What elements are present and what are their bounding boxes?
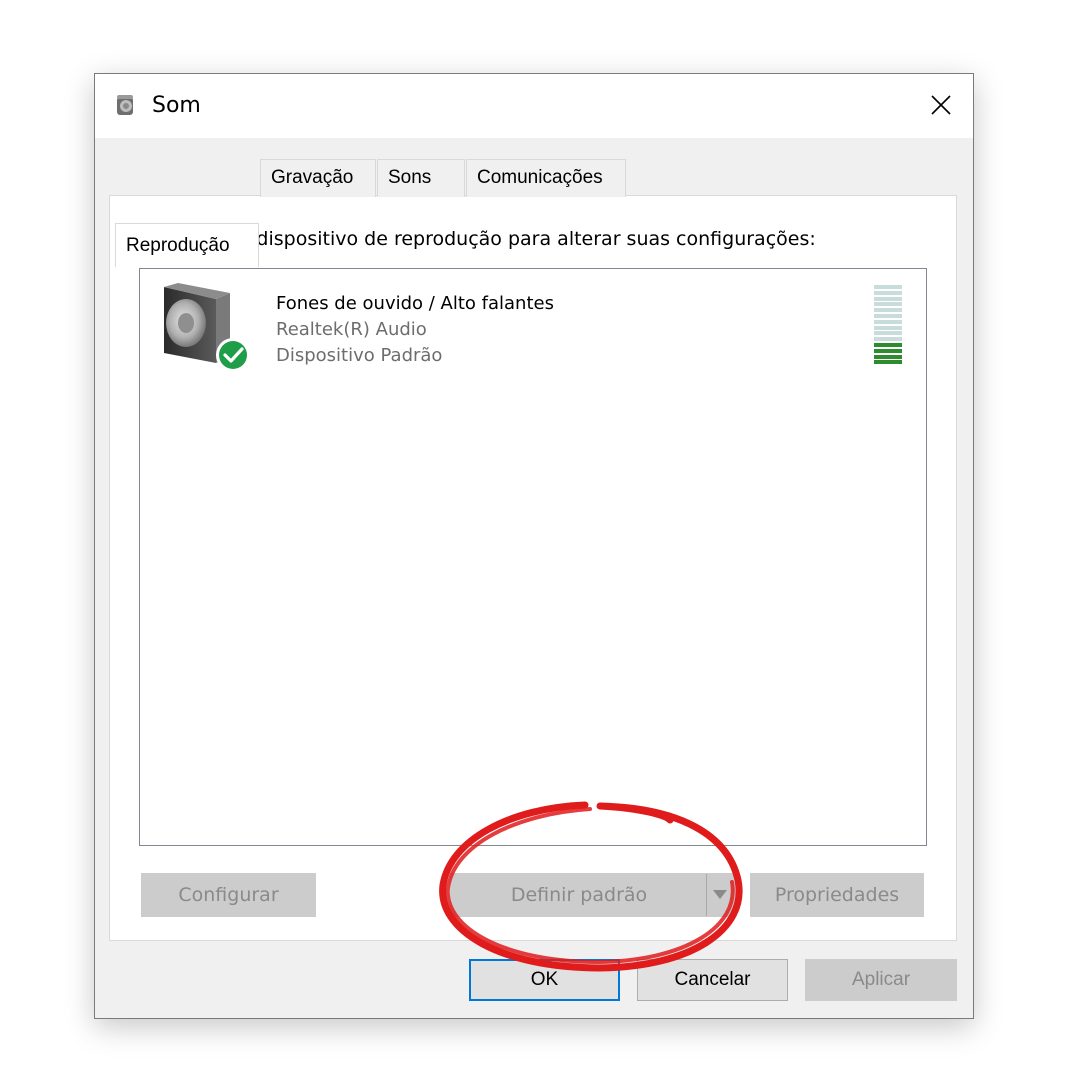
level-bar — [874, 296, 902, 301]
tab-label: Comunicações — [477, 167, 603, 188]
device-driver: Realtek(R) Audio — [276, 319, 427, 340]
level-bar — [874, 285, 902, 289]
level-bar — [874, 319, 902, 324]
level-bar — [874, 354, 902, 359]
speaker-with-check-icon — [164, 283, 250, 372]
set-default-dropdown[interactable] — [706, 874, 735, 916]
device-status: Dispositivo Padrão — [276, 345, 443, 366]
tab-label: Gravação — [271, 167, 354, 188]
tab-label: Sons — [388, 167, 432, 188]
chevron-down-icon — [713, 890, 727, 899]
title-bar[interactable]: Som — [95, 74, 973, 138]
cancel-label: Cancelar — [674, 969, 751, 990]
level-bar — [874, 290, 902, 295]
tab-reproducao[interactable]: Reprodução — [115, 223, 259, 267]
cancel-button[interactable]: Cancelar — [637, 959, 788, 1001]
level-bar — [874, 337, 902, 342]
set-default-button[interactable]: Definir padrão — [450, 873, 736, 917]
configure-button[interactable]: Configurar — [141, 873, 316, 917]
set-default-label: Definir padrão — [510, 884, 648, 906]
level-bar — [874, 302, 902, 307]
configure-label: Configurar — [178, 884, 279, 906]
close-button[interactable] — [909, 74, 973, 138]
tab-label: Reprodução — [126, 235, 230, 256]
level-bar — [874, 314, 902, 318]
ok-button[interactable]: OK — [469, 959, 620, 1001]
apply-label: Aplicar — [851, 969, 911, 990]
apply-button[interactable]: Aplicar — [805, 959, 957, 1001]
properties-label: Propriedades — [774, 884, 900, 906]
level-bar — [874, 331, 902, 336]
device-list[interactable]: Fones de ouvido / Alto falantes Realtek(… — [139, 268, 927, 846]
window-title: Som — [152, 93, 201, 118]
tab-gravacao[interactable]: Gravação — [260, 159, 376, 197]
level-bar — [874, 360, 902, 365]
device-name: Fones de ouvido / Alto falantes — [276, 293, 554, 314]
ok-label: OK — [530, 969, 559, 990]
tab-comunicacoes[interactable]: Comunicações — [466, 159, 626, 197]
level-bar — [874, 348, 902, 353]
volume-level-meter — [874, 285, 902, 367]
level-bar — [874, 308, 902, 313]
level-bar — [874, 325, 902, 330]
speaker-icon — [117, 95, 133, 115]
device-item-headphones-speakers[interactable]: Fones de ouvido / Alto falantes Realtek(… — [158, 283, 910, 373]
properties-button[interactable]: Propriedades — [750, 873, 924, 917]
tab-sons[interactable]: Sons — [377, 159, 465, 197]
close-icon — [931, 95, 951, 115]
level-bar — [874, 343, 902, 347]
